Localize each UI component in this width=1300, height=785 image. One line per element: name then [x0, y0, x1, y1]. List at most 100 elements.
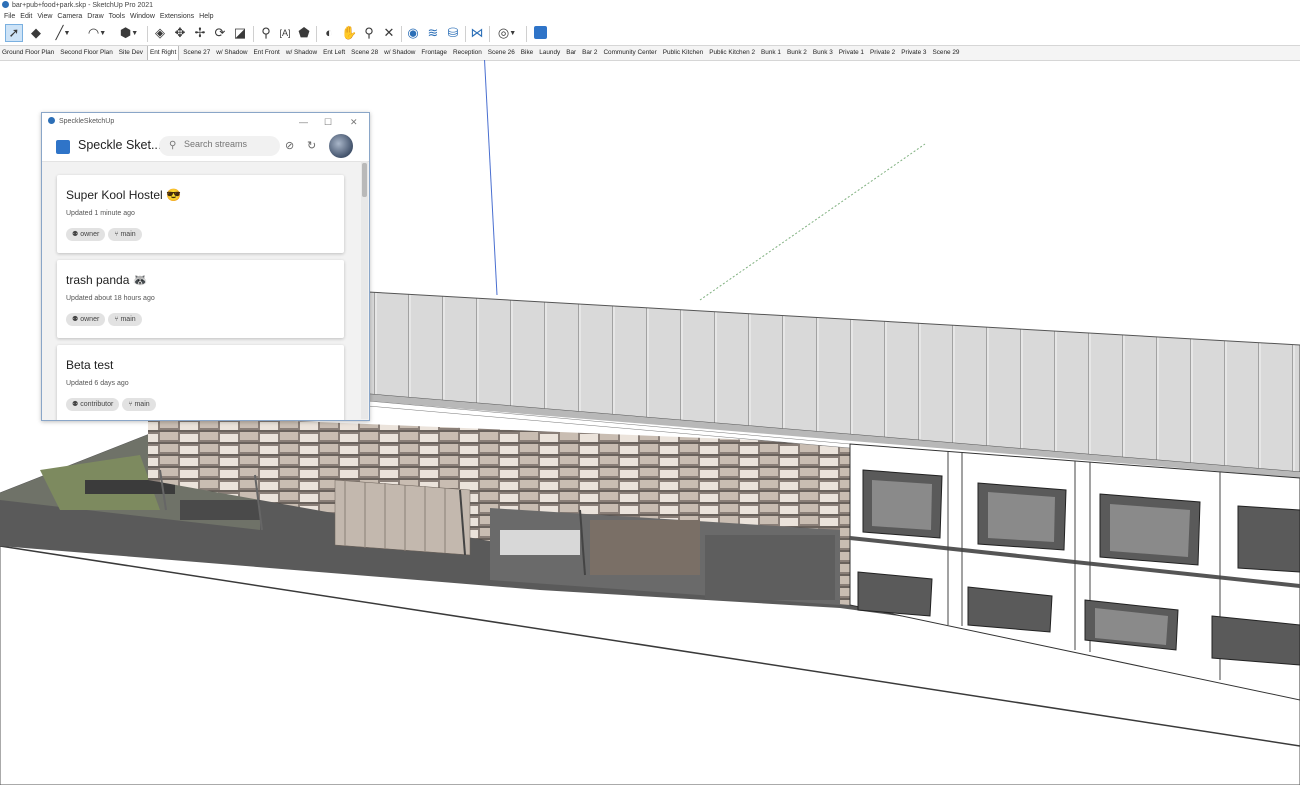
branch-chip[interactable]: ⑂ main: [122, 398, 156, 411]
scene-tab[interactable]: Bike: [519, 46, 535, 60]
stream-name: trash panda 🦝: [66, 273, 148, 287]
stream-name: Super Kool Hostel 😎: [66, 188, 181, 202]
scene-tab[interactable]: Scene 26: [486, 46, 517, 60]
role-label: owner: [80, 231, 100, 238]
filter-off-icon[interactable]: ⊘: [285, 139, 294, 152]
warehouse-icon[interactable]: ◉: [405, 25, 421, 41]
menu-view[interactable]: View: [36, 13, 53, 20]
rotate-icon[interactable]: ✢: [192, 25, 208, 41]
scene-tab[interactable]: Second Floor Plan: [58, 46, 115, 60]
paint-bucket-icon[interactable]: ⬟: [296, 25, 312, 41]
speckle-cube-icon: [56, 140, 70, 154]
search-field[interactable]: ⚲: [159, 136, 280, 156]
speckle-app-title: Speckle Sket...: [78, 138, 162, 152]
model-info-icon[interactable]: ⛁: [445, 25, 461, 41]
text-icon[interactable]: [A]: [277, 25, 293, 41]
move-icon[interactable]: ✥: [172, 25, 188, 41]
scene-tab[interactable]: Site Dev: [117, 46, 145, 60]
scene-tab[interactable]: Bunk 3: [811, 46, 835, 60]
scale-icon[interactable]: ⟳: [212, 25, 228, 41]
menu-tools[interactable]: Tools: [108, 13, 126, 20]
scene-tab[interactable]: Private 3: [899, 46, 928, 60]
stream-updated: Updated 6 days ago: [66, 380, 129, 387]
close-icon[interactable]: ✕: [350, 113, 358, 131]
branch-chip[interactable]: ⑂ main: [108, 313, 142, 326]
menu-extensions[interactable]: Extensions: [159, 13, 195, 20]
avatar[interactable]: [329, 134, 353, 158]
menu-draw[interactable]: Draw: [86, 13, 104, 20]
shape-icon[interactable]: ⬢▼: [116, 25, 142, 41]
scene-tab[interactable]: Scene 29: [930, 46, 961, 60]
scene-tab[interactable]: Bar: [564, 46, 578, 60]
scene-tab[interactable]: Scene 28: [349, 46, 380, 60]
toolbar-separator: [253, 26, 254, 42]
scene-tab[interactable]: Ent Front: [252, 46, 282, 60]
scene-tab[interactable]: Scene 27: [181, 46, 212, 60]
role-label: contributor: [80, 401, 114, 408]
role-icon: ⚉: [72, 401, 81, 408]
branch-label: main: [120, 316, 136, 323]
sketchup-logo-icon: [2, 1, 9, 8]
stream-card[interactable]: Super Kool Hostel 😎 Updated 1 minute ago…: [57, 175, 344, 253]
menu-help[interactable]: Help: [198, 13, 214, 20]
menu-bar: File Edit View Camera Draw Tools Window Extensi…: [0, 11, 1300, 23]
stream-updated: Updated 1 minute ago: [66, 210, 135, 217]
line-icon[interactable]: ╱▼: [50, 25, 76, 41]
role-chip: ⚉ owner: [66, 313, 106, 326]
zoom-extents-icon[interactable]: ✕: [381, 25, 397, 41]
tape-measure-icon[interactable]: ⚲: [258, 25, 274, 41]
menu-file[interactable]: File: [3, 13, 16, 20]
eraser-icon[interactable]: ◆: [28, 25, 44, 41]
toolbar-separator: [489, 26, 490, 42]
stream-card[interactable]: Beta test Updated 6 days ago ⚉ contribut…: [57, 345, 344, 420]
account-icon[interactable]: ◎▼: [494, 25, 520, 41]
branch-chip[interactable]: ⑂ main: [108, 228, 142, 241]
scene-tab[interactable]: Public Kitchen: [661, 46, 706, 60]
speckle-panel: SpeckleSketchUp — ☐ ✕ Speckle Sket... ⚲ …: [41, 112, 370, 421]
minimize-icon[interactable]: —: [299, 113, 308, 131]
scrollbar[interactable]: [361, 161, 368, 419]
scene-tab[interactable]: Laundy: [537, 46, 562, 60]
arc-icon[interactable]: ◠▼: [84, 25, 110, 41]
extension-icon[interactable]: ⋈: [469, 25, 485, 41]
scene-tab[interactable]: Frontage: [419, 46, 449, 60]
scene-tab[interactable]: Ent Left: [321, 46, 347, 60]
scene-tab[interactable]: Bunk 1: [759, 46, 783, 60]
orbit-icon[interactable]: ◐: [321, 25, 337, 41]
extension-warehouse-icon[interactable]: ≋: [425, 25, 441, 41]
window-title: bar+pub+food+park.skp - SketchUp Pro 202…: [12, 2, 154, 9]
scene-tab[interactable]: Private 2: [868, 46, 897, 60]
select-icon[interactable]: ➚: [5, 24, 23, 42]
offset-icon[interactable]: ◪: [232, 25, 248, 41]
zoom-icon[interactable]: ⚲: [361, 25, 377, 41]
speckle-icon[interactable]: [532, 25, 548, 41]
maximize-icon[interactable]: ☐: [324, 113, 332, 131]
stream-updated: Updated about 18 hours ago: [66, 295, 155, 302]
pan-icon[interactable]: ✋: [341, 25, 357, 41]
scene-tab[interactable]: Bar 2: [580, 46, 599, 60]
refresh-icon[interactable]: ↻: [307, 139, 316, 152]
search-input[interactable]: [184, 139, 274, 149]
speckle-window-title: SpeckleSketchUp: [59, 118, 115, 125]
scene-tab[interactable]: Ent Right: [146, 46, 180, 60]
scene-tab[interactable]: Reception: [451, 46, 484, 60]
menu-camera[interactable]: Camera: [56, 13, 83, 20]
menu-window[interactable]: Window: [129, 13, 156, 20]
scene-tab[interactable]: Public Kitchen 2: [707, 46, 757, 60]
push-pull-icon[interactable]: ◈: [152, 25, 168, 41]
toolbar-separator: [526, 26, 527, 42]
scene-tab[interactable]: w/ Shadow: [382, 46, 417, 60]
scene-tab[interactable]: Private 1: [837, 46, 866, 60]
toolbar-separator: [465, 26, 466, 42]
scene-tab[interactable]: Community Center: [601, 46, 658, 60]
scene-tab[interactable]: Ground Floor Plan: [0, 46, 56, 60]
scrollbar-thumb[interactable]: [362, 163, 367, 197]
main-toolbar: ➚ ◆ ╱▼ ◠▼ ⬢▼ ◈ ✥ ✢ ⟳ ◪ ⚲ [A] ⬟ ◐ ✋ ⚲ ✕ ◉…: [0, 23, 1300, 45]
stream-card[interactable]: trash panda 🦝 Updated about 18 hours ago…: [57, 260, 344, 338]
scene-tab[interactable]: Bunk 2: [785, 46, 809, 60]
scene-tab[interactable]: w/ Shadow: [214, 46, 249, 60]
role-icon: ⚉: [72, 231, 81, 238]
branch-label: main: [120, 231, 136, 238]
scene-tab[interactable]: w/ Shadow: [284, 46, 319, 60]
menu-edit[interactable]: Edit: [19, 13, 33, 20]
